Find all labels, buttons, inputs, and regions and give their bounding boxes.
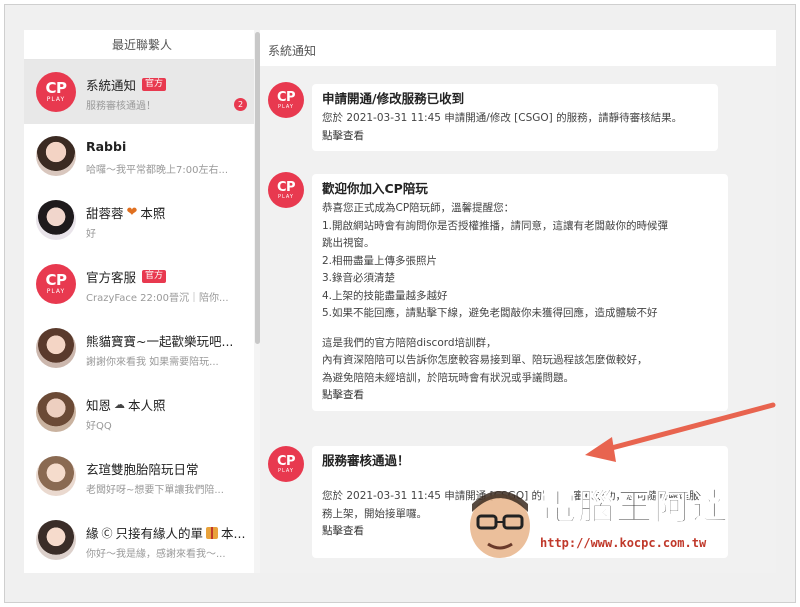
- site-watermark: 電腦王阿達 http://www.kocpc.com.tw: [462, 478, 762, 578]
- watermark-url: http://www.kocpc.com.tw: [540, 536, 707, 550]
- watermark-title: 電腦王阿達: [539, 487, 731, 529]
- mascot-face-icon: [470, 491, 530, 558]
